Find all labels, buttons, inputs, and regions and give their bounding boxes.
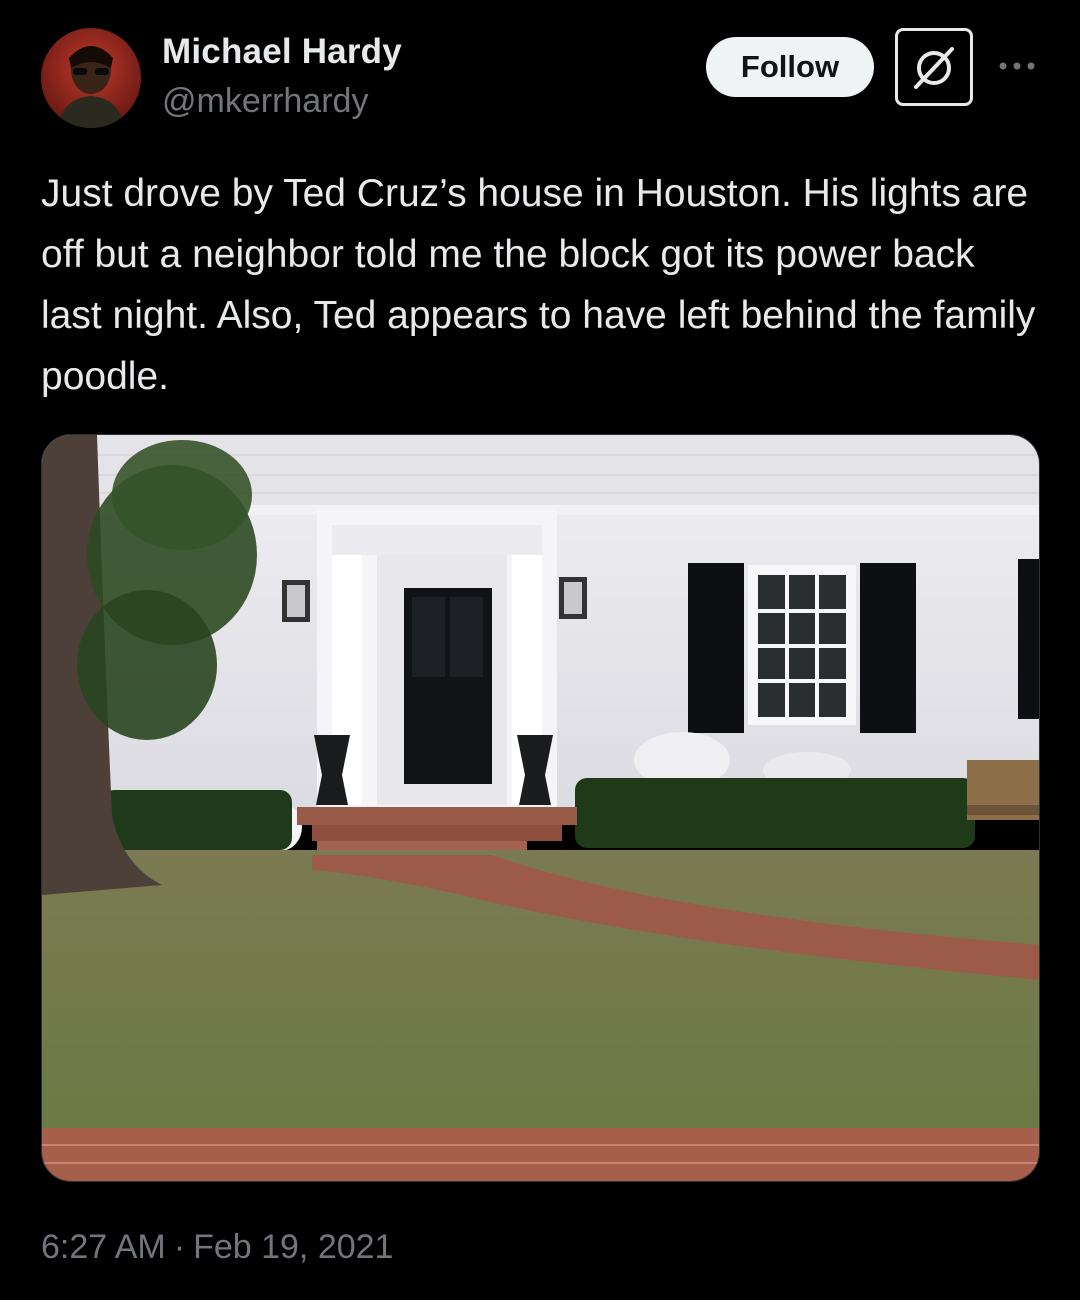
display-name[interactable]: Michael Hardy [162, 32, 402, 72]
timestamp-separator: · [173, 1228, 186, 1266]
house-photo [42, 435, 1039, 1181]
tweet-text: Just drove by Ted Cruz’s house in Housto… [41, 172, 1036, 398]
follow-button[interactable]: Follow [706, 37, 874, 97]
avatar[interactable] [41, 28, 141, 128]
user-handle[interactable]: @mkerrhardy [162, 82, 368, 121]
profile-photo [41, 28, 141, 128]
more-options-button[interactable] [994, 48, 1040, 84]
tweet-time: 6:27 AM [41, 1228, 166, 1266]
tweet-timestamp[interactable]: 6:27 AM · Feb 19, 2021 [41, 1228, 393, 1267]
grok-button[interactable] [895, 28, 973, 106]
grok-icon [914, 47, 954, 89]
tweet-date: Feb 19, 2021 [193, 1228, 394, 1266]
more-horizontal-icon [999, 62, 1035, 70]
tweet-photo[interactable] [41, 434, 1040, 1182]
